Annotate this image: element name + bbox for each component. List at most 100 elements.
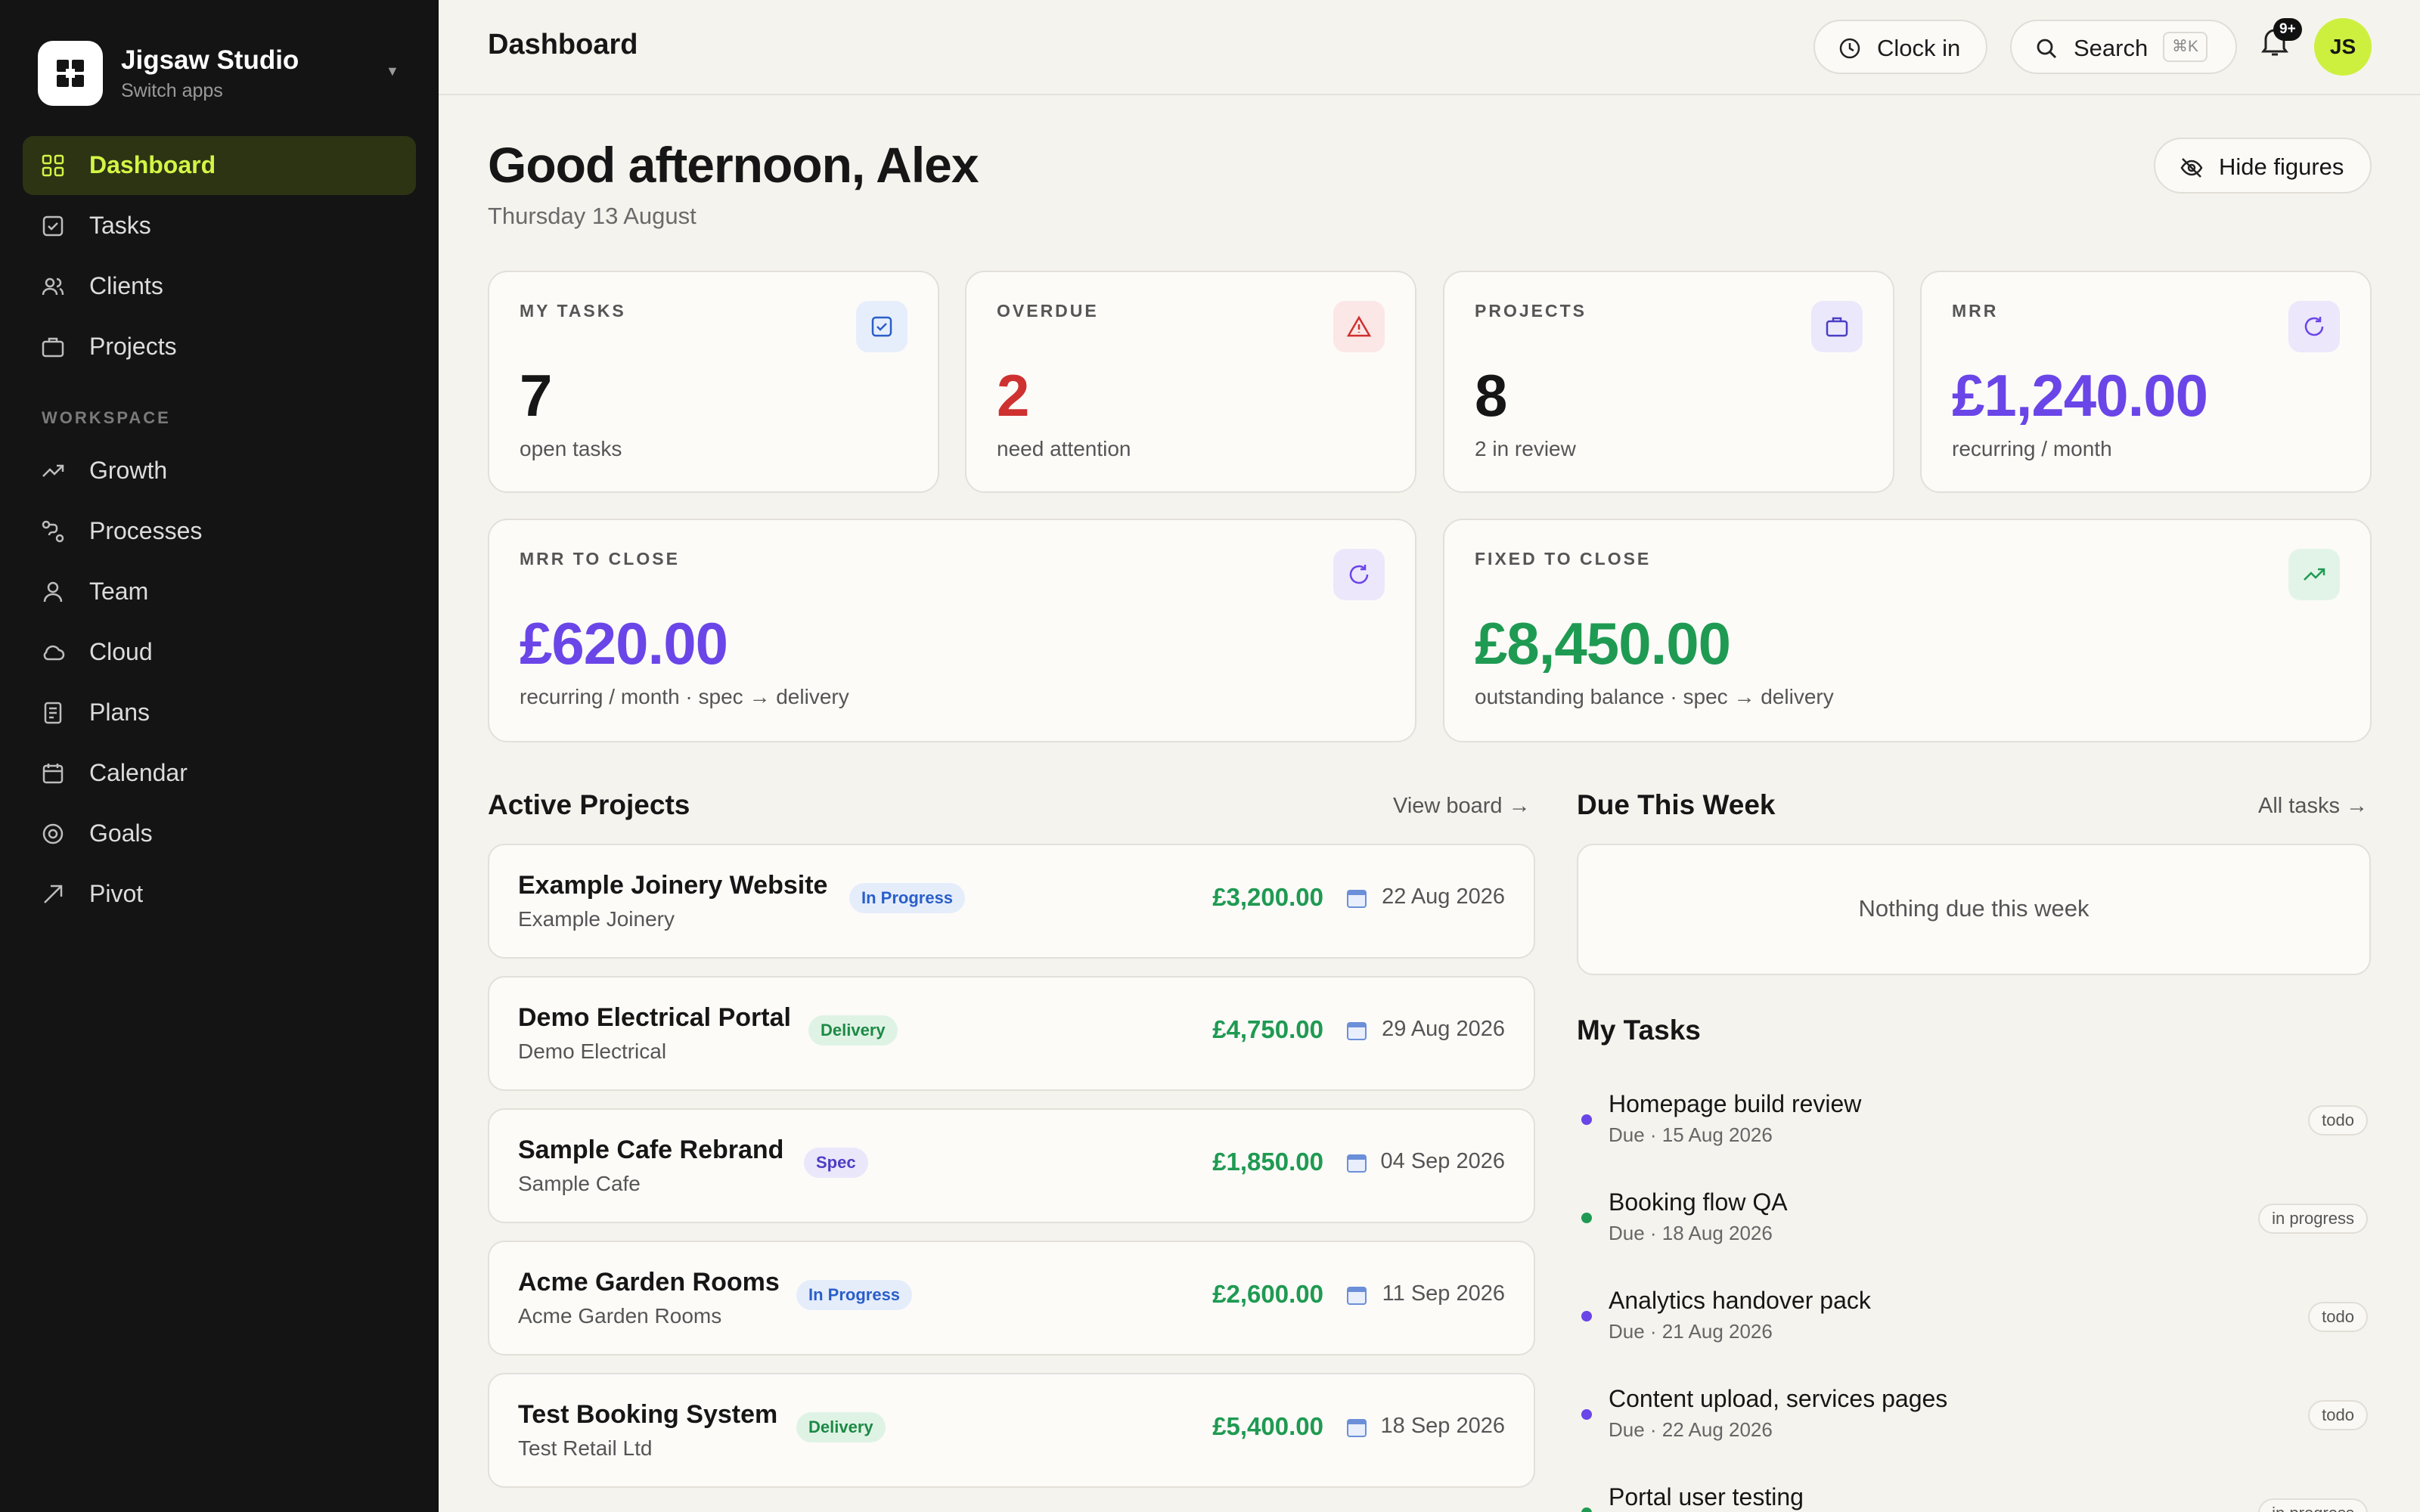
clock-in-button[interactable]: Clock in	[1813, 20, 1987, 74]
stat-card-projects[interactable]: PROJECTS 8 2 in review	[1443, 271, 1894, 493]
task-item[interactable]: Homepage build review Due · 15 Aug 2026 …	[1577, 1090, 2371, 1173]
search-shortcut: ⌘K	[2163, 32, 2208, 62]
hide-figures-label: Hide figures	[2219, 153, 2344, 180]
search-icon	[2037, 39, 2056, 58]
sidebar-item-calendar[interactable]: Calendar	[23, 744, 416, 803]
sidebar-item-growth[interactable]: Growth	[23, 442, 416, 500]
stat-card-fixed-to-close[interactable]: FIXED TO CLOSE £8,450.00 outstanding bal…	[1443, 519, 2372, 742]
stat-card-mrr-to-close[interactable]: MRR TO CLOSE £620.00 recurring / month ·…	[488, 519, 1416, 742]
briefcase-icon	[1811, 301, 1863, 352]
project-amount: £2,600.00	[1212, 1280, 1323, 1308]
project-row[interactable]: Example Joinery Website Example Joinery …	[488, 844, 1535, 959]
task-status-badge: todo	[2308, 1302, 2368, 1332]
project-name: Acme Garden Rooms	[518, 1268, 780, 1297]
project-client: Example Joinery	[518, 907, 675, 931]
status-badge: Delivery	[808, 1015, 898, 1046]
refresh-icon	[2288, 301, 2340, 352]
status-dot	[1581, 1114, 1592, 1125]
stat-label: OVERDUE	[997, 301, 1099, 321]
sidebar-item-projects[interactable]: Projects	[23, 318, 416, 376]
hide-figures-button[interactable]: Hide figures	[2154, 138, 2372, 194]
project-client: Sample Cafe	[518, 1172, 641, 1195]
calendar-icon	[1347, 890, 1367, 908]
flow-icon	[42, 520, 64, 543]
trend-icon	[2288, 549, 2340, 600]
project-date: 22 Aug 2026	[1382, 885, 1505, 909]
brand-name: Jigsaw Studio	[121, 45, 299, 75]
sidebar-item-label: Goals	[89, 820, 153, 847]
sidebar-item-label: Dashboard	[89, 151, 216, 178]
greeting-heading: Good afternoon, Alex	[488, 137, 979, 193]
refresh-icon	[1333, 549, 1385, 600]
app-switcher[interactable]: Jigsaw Studio Switch apps ▼	[38, 41, 416, 106]
stat-card-mrr[interactable]: MRR £1,240.00 recurring / month	[1920, 271, 2372, 493]
caret-down-icon: ▼	[386, 64, 399, 79]
status-dot	[1581, 1507, 1592, 1512]
stat-value: £1,240.00	[1952, 362, 2208, 429]
my-tasks-title: My Tasks	[1577, 1015, 1701, 1046]
jigsaw-logo-icon	[38, 41, 103, 106]
calendar-icon	[1347, 1154, 1367, 1173]
view-board-link[interactable]: View board →	[1393, 794, 1531, 819]
status-dot	[1581, 1311, 1592, 1321]
sidebar-item-label: Cloud	[89, 638, 153, 665]
project-row[interactable]: Demo Electrical Portal Demo Electrical D…	[488, 976, 1535, 1091]
checkbox-icon	[42, 215, 64, 237]
task-due: Due · 22 Aug 2026	[1609, 1418, 1773, 1441]
stat-sub: need attention	[997, 437, 1131, 460]
stat-label: MRR	[1952, 301, 1999, 321]
sidebar-item-label: Team	[89, 578, 149, 605]
notifications-button[interactable]: 9+	[2260, 18, 2302, 70]
sidebar-item-label: Processes	[89, 517, 203, 544]
warning-icon	[1333, 301, 1385, 352]
sidebar-item-plans[interactable]: Plans	[23, 683, 416, 742]
task-status-badge: todo	[2308, 1400, 2368, 1430]
sidebar-item-dashboard[interactable]: Dashboard	[23, 136, 416, 195]
search-button[interactable]: Search ⌘K	[2010, 20, 2237, 74]
stat-card-my-tasks[interactable]: MY TASKS 7 open tasks	[488, 271, 939, 493]
sidebar-item-label: Plans	[89, 699, 150, 726]
due-this-week-card: Nothing due this week	[1577, 844, 2371, 975]
stat-label: FIXED TO CLOSE	[1475, 549, 1652, 569]
project-name: Demo Electrical Portal	[518, 1003, 791, 1032]
avatar[interactable]: JS	[2314, 18, 2372, 76]
sidebar-item-tasks[interactable]: Tasks	[23, 197, 416, 256]
all-tasks-link[interactable]: All tasks →	[2258, 794, 2368, 819]
sidebar-item-pivot[interactable]: Pivot	[23, 865, 416, 924]
project-row[interactable]: Sample Cafe Rebrand Sample Cafe Spec £1,…	[488, 1108, 1535, 1223]
target-icon	[42, 823, 64, 844]
stat-sub: recurring / month · spec → delivery	[520, 685, 849, 708]
stat-value: 2	[997, 362, 1029, 429]
task-item[interactable]: Booking flow QA Due · 18 Aug 2026 in pro…	[1577, 1188, 2371, 1272]
notification-badge: 9+	[2273, 18, 2302, 41]
stat-label: MY TASKS	[520, 301, 626, 321]
sidebar-item-goals[interactable]: Goals	[23, 804, 416, 863]
stat-value: £620.00	[520, 610, 728, 677]
trend-icon	[42, 464, 64, 477]
user-icon	[43, 581, 63, 603]
stat-card-overdue[interactable]: OVERDUE 2 need attention	[965, 271, 1416, 493]
task-status-badge: in progress	[2258, 1204, 2368, 1234]
status-badge: In Progress	[849, 883, 966, 913]
stat-value: 7	[520, 362, 552, 429]
status-dot	[1581, 1213, 1592, 1223]
calendar-icon	[1347, 1287, 1367, 1305]
project-name: Test Booking System	[518, 1400, 778, 1429]
grid-icon	[42, 154, 64, 177]
sidebar-item-label: Clients	[89, 272, 163, 299]
project-date: 18 Sep 2026	[1380, 1414, 1505, 1438]
sidebar-item-team[interactable]: Team	[23, 562, 416, 621]
project-row[interactable]: Acme Garden Rooms Acme Garden Rooms In P…	[488, 1241, 1535, 1356]
project-name: Sample Cafe Rebrand	[518, 1136, 784, 1164]
project-row[interactable]: Test Booking System Test Retail Ltd Deli…	[488, 1373, 1535, 1488]
search-label: Search	[2074, 35, 2149, 61]
sidebar-item-cloud[interactable]: Cloud	[23, 623, 416, 682]
stat-label: MRR TO CLOSE	[520, 549, 680, 569]
sidebar-item-processes[interactable]: Processes	[23, 502, 416, 561]
project-client: Demo Electrical	[518, 1040, 667, 1063]
task-item[interactable]: Content upload, services pages Due · 22 …	[1577, 1385, 2371, 1468]
task-item[interactable]: Portal user testing in progress	[1577, 1483, 2371, 1512]
task-item[interactable]: Analytics handover pack Due · 21 Aug 202…	[1577, 1287, 2371, 1370]
sidebar-item-clients[interactable]: Clients	[23, 257, 416, 316]
project-amount: £5,400.00	[1212, 1412, 1323, 1440]
